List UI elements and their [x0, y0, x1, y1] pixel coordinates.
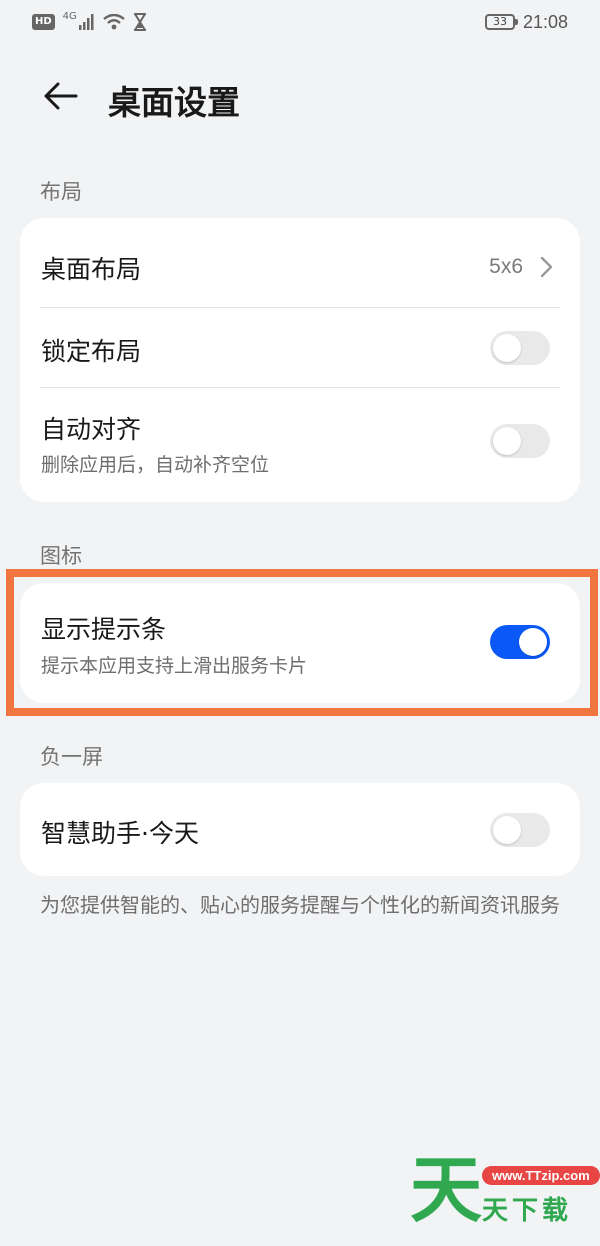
signal-icon	[78, 14, 94, 30]
wifi-icon	[103, 14, 125, 30]
toggle-knob	[493, 427, 521, 455]
auto-align-toggle[interactable]	[490, 424, 550, 458]
auto-align-subtitle: 删除应用后，自动补齐空位	[41, 454, 270, 476]
status-bar-left: HD 4G	[32, 10, 147, 31]
section-label-icons: 图标	[40, 544, 82, 568]
show-hint-bar-subtitle: 提示本应用支持上滑出服务卡片	[41, 655, 308, 677]
desktop-layout-title: 桌面布局	[41, 255, 142, 284]
minus-one-footnote: 为您提供智能的、贴心的服务提醒与个性化的新闻资讯服务	[40, 893, 560, 917]
toggle-knob	[519, 628, 547, 656]
hourglass-icon	[133, 13, 146, 31]
arrow-left-icon	[44, 82, 78, 110]
status-bar: HD 4G 33 21:08	[0, 0, 600, 44]
lock-layout-title: 锁定布局	[41, 337, 142, 366]
back-button[interactable]	[38, 74, 82, 118]
toggle-knob	[493, 816, 521, 844]
toggle-knob	[493, 334, 521, 362]
section-label-minus-one: 负一屏	[40, 745, 103, 769]
chevron-right-icon	[540, 256, 553, 278]
desktop-layout-value: 5x6	[489, 255, 523, 278]
smart-assistant-row[interactable]: 智慧助手·今天	[20, 783, 580, 876]
status-bar-right: 33 21:08	[484, 11, 568, 33]
battery-icon: 33	[484, 14, 518, 30]
section-label-layout: 布局	[40, 180, 82, 204]
minus-one-card: 智慧助手·今天	[20, 783, 580, 876]
show-hint-bar-toggle[interactable]	[490, 625, 550, 659]
show-hint-bar-row[interactable]: 显示提示条 提示本应用支持上滑出服务卡片	[20, 583, 580, 703]
hd-icon: HD	[32, 14, 55, 30]
layout-card: 桌面布局 5x6 锁定布局 自动对齐 删除应用后，自动补齐空位	[20, 218, 580, 502]
smart-assistant-title: 智慧助手·今天	[41, 819, 199, 848]
auto-align-title: 自动对齐	[41, 415, 142, 444]
auto-align-row[interactable]: 自动对齐 删除应用后，自动补齐空位	[20, 388, 580, 502]
watermark-name: 天下载	[482, 1196, 573, 1226]
clock: 21:08	[522, 11, 568, 32]
desktop-layout-row[interactable]: 桌面布局 5x6	[20, 218, 580, 308]
lock-layout-toggle[interactable]	[490, 331, 550, 365]
watermark-logo: 天 www.TTzip.com 天下载	[408, 1148, 600, 1232]
icons-card: 显示提示条 提示本应用支持上滑出服务卡片	[20, 583, 580, 703]
network-type: 4G	[62, 10, 77, 22]
app-header: 桌面设置	[0, 64, 600, 128]
show-hint-bar-title: 显示提示条	[41, 615, 167, 644]
watermark-big-char: 天	[410, 1148, 483, 1232]
lock-layout-row[interactable]: 锁定布局	[20, 308, 580, 388]
watermark-url: www.TTzip.com	[482, 1166, 600, 1185]
smart-assistant-toggle[interactable]	[490, 813, 550, 847]
page-title: 桌面设置	[108, 83, 240, 122]
